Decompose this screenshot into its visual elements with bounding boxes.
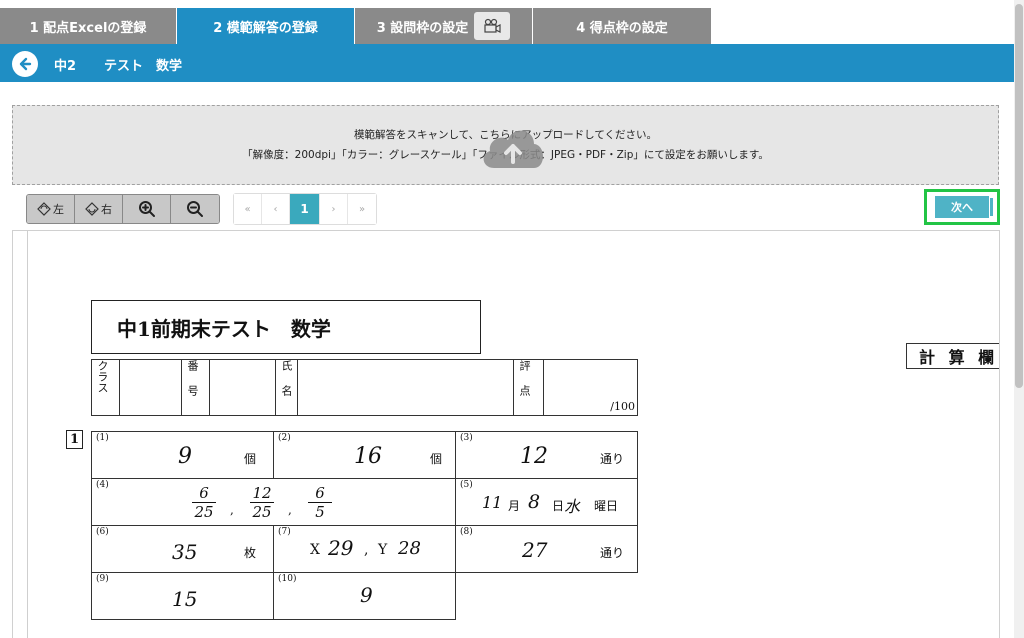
number-field bbox=[209, 359, 276, 416]
zoom-in-icon bbox=[138, 201, 155, 217]
handwritten-fraction: 65 bbox=[308, 485, 332, 520]
handwritten-answer: 12 bbox=[520, 444, 548, 469]
grade-label: 中2 bbox=[54, 59, 77, 74]
page-header: 中2 テスト 数学 bbox=[0, 44, 1014, 82]
tab-score-frame-settings[interactable]: 4 得点枠の設定 bbox=[533, 8, 711, 44]
tab-label: 3 設問枠の設定 bbox=[376, 20, 469, 36]
next-button[interactable]: 次へ bbox=[935, 196, 993, 218]
handwritten-answer: 16 bbox=[354, 444, 382, 469]
zoom-out-icon bbox=[187, 201, 203, 217]
prev-page-button[interactable]: ‹ bbox=[262, 194, 290, 224]
rotate-icon bbox=[37, 202, 51, 216]
handwritten-fraction: 12 25 bbox=[250, 485, 274, 520]
handwritten-answer: 15 bbox=[172, 587, 198, 611]
answer-cell-5: (5) 11 月 8 日 水 曜日 bbox=[455, 478, 638, 526]
handwritten-answer: 9 bbox=[360, 583, 373, 607]
pagination: « ‹ 1 › » bbox=[233, 193, 377, 225]
last-page-button[interactable]: » bbox=[348, 194, 376, 224]
calc-area-label: 計 算 欄 bbox=[906, 343, 999, 369]
page-margin-line bbox=[27, 231, 28, 638]
handwritten-answer: 9 bbox=[178, 444, 192, 469]
tab-label: 4 得点枠の設定 bbox=[576, 20, 668, 36]
zoom-in-button[interactable] bbox=[123, 195, 171, 223]
name-field bbox=[297, 359, 514, 416]
class-label: クラス bbox=[91, 359, 120, 416]
test-name-label: テスト 数学 bbox=[104, 59, 183, 74]
answer-cell-1: (1) 9 個 bbox=[91, 431, 274, 479]
zoom-out-button[interactable] bbox=[171, 195, 219, 223]
image-toolbar: 左 右 bbox=[26, 194, 220, 224]
student-info-table: クラス 番号 氏名 評点 /100 bbox=[91, 359, 638, 416]
answer-sheet-preview: 中1前期末テスト 数学 計 算 欄 クラス 番号 氏名 評点 /100 1 (1… bbox=[12, 230, 1000, 638]
tab-question-frame-settings[interactable]: 3 設問枠の設定 bbox=[355, 8, 532, 44]
class-field bbox=[119, 359, 182, 416]
number-label: 番号 bbox=[181, 359, 210, 416]
sheet-title: 中1前期末テスト 数学 bbox=[91, 300, 481, 354]
vertical-scrollbar[interactable] bbox=[1014, 0, 1024, 638]
next-page-button[interactable]: › bbox=[320, 194, 348, 224]
tab-label: 1 配点Excelの登録 bbox=[29, 20, 147, 36]
tab-excel-registration[interactable]: 1 配点Excelの登録 bbox=[0, 8, 176, 44]
back-arrow-icon[interactable] bbox=[12, 51, 38, 77]
answer-cell-3: (3) 12 通り bbox=[455, 431, 638, 479]
handwritten-answer: 27 bbox=[522, 538, 548, 562]
answer-cell-4: (4) 6 25 , 12 25 , 65 bbox=[91, 478, 456, 526]
rotate-left-label: 左 bbox=[53, 203, 64, 216]
tab-label: 2 模範解答の登録 bbox=[213, 20, 318, 36]
handwritten-answer: 35 bbox=[172, 540, 198, 564]
answer-cell-10: (10) 9 bbox=[273, 572, 456, 620]
answer-cell-2: (2) 16 個 bbox=[273, 431, 456, 479]
score-field: /100 bbox=[543, 359, 638, 416]
video-camera-icon[interactable] bbox=[474, 12, 511, 40]
tab-model-answer-registration[interactable]: 2 模範解答の登録 bbox=[177, 8, 354, 44]
rotate-right-label: 右 bbox=[101, 203, 112, 216]
scrollbar-thumb[interactable] bbox=[1015, 4, 1023, 388]
question-number: 1 bbox=[66, 430, 83, 449]
rotate-left-button[interactable]: 左 bbox=[27, 195, 75, 223]
rotate-icon bbox=[85, 202, 99, 216]
answer-cell-7: (7) X 29 , Y 28 bbox=[273, 525, 456, 573]
score-label: 評点 bbox=[513, 359, 544, 416]
answer-cell-9: (9) 15 bbox=[91, 572, 274, 620]
name-label: 氏名 bbox=[275, 359, 298, 416]
cloud-upload-icon bbox=[483, 130, 543, 168]
next-button-highlight: 次へ bbox=[924, 189, 1000, 225]
rotate-right-button[interactable]: 右 bbox=[75, 195, 123, 223]
first-page-button[interactable]: « bbox=[234, 194, 262, 224]
page-1-button[interactable]: 1 bbox=[290, 194, 320, 224]
handwritten-fraction: 6 25 bbox=[192, 485, 216, 520]
step-tabs: 1 配点Excelの登録 2 模範解答の登録 3 設問枠の設定 4 得点枠の設定 bbox=[0, 0, 1014, 44]
answer-cell-6: (6) 35 枚 bbox=[91, 525, 274, 573]
answer-cell-8: (8) 27 通り bbox=[455, 525, 638, 573]
